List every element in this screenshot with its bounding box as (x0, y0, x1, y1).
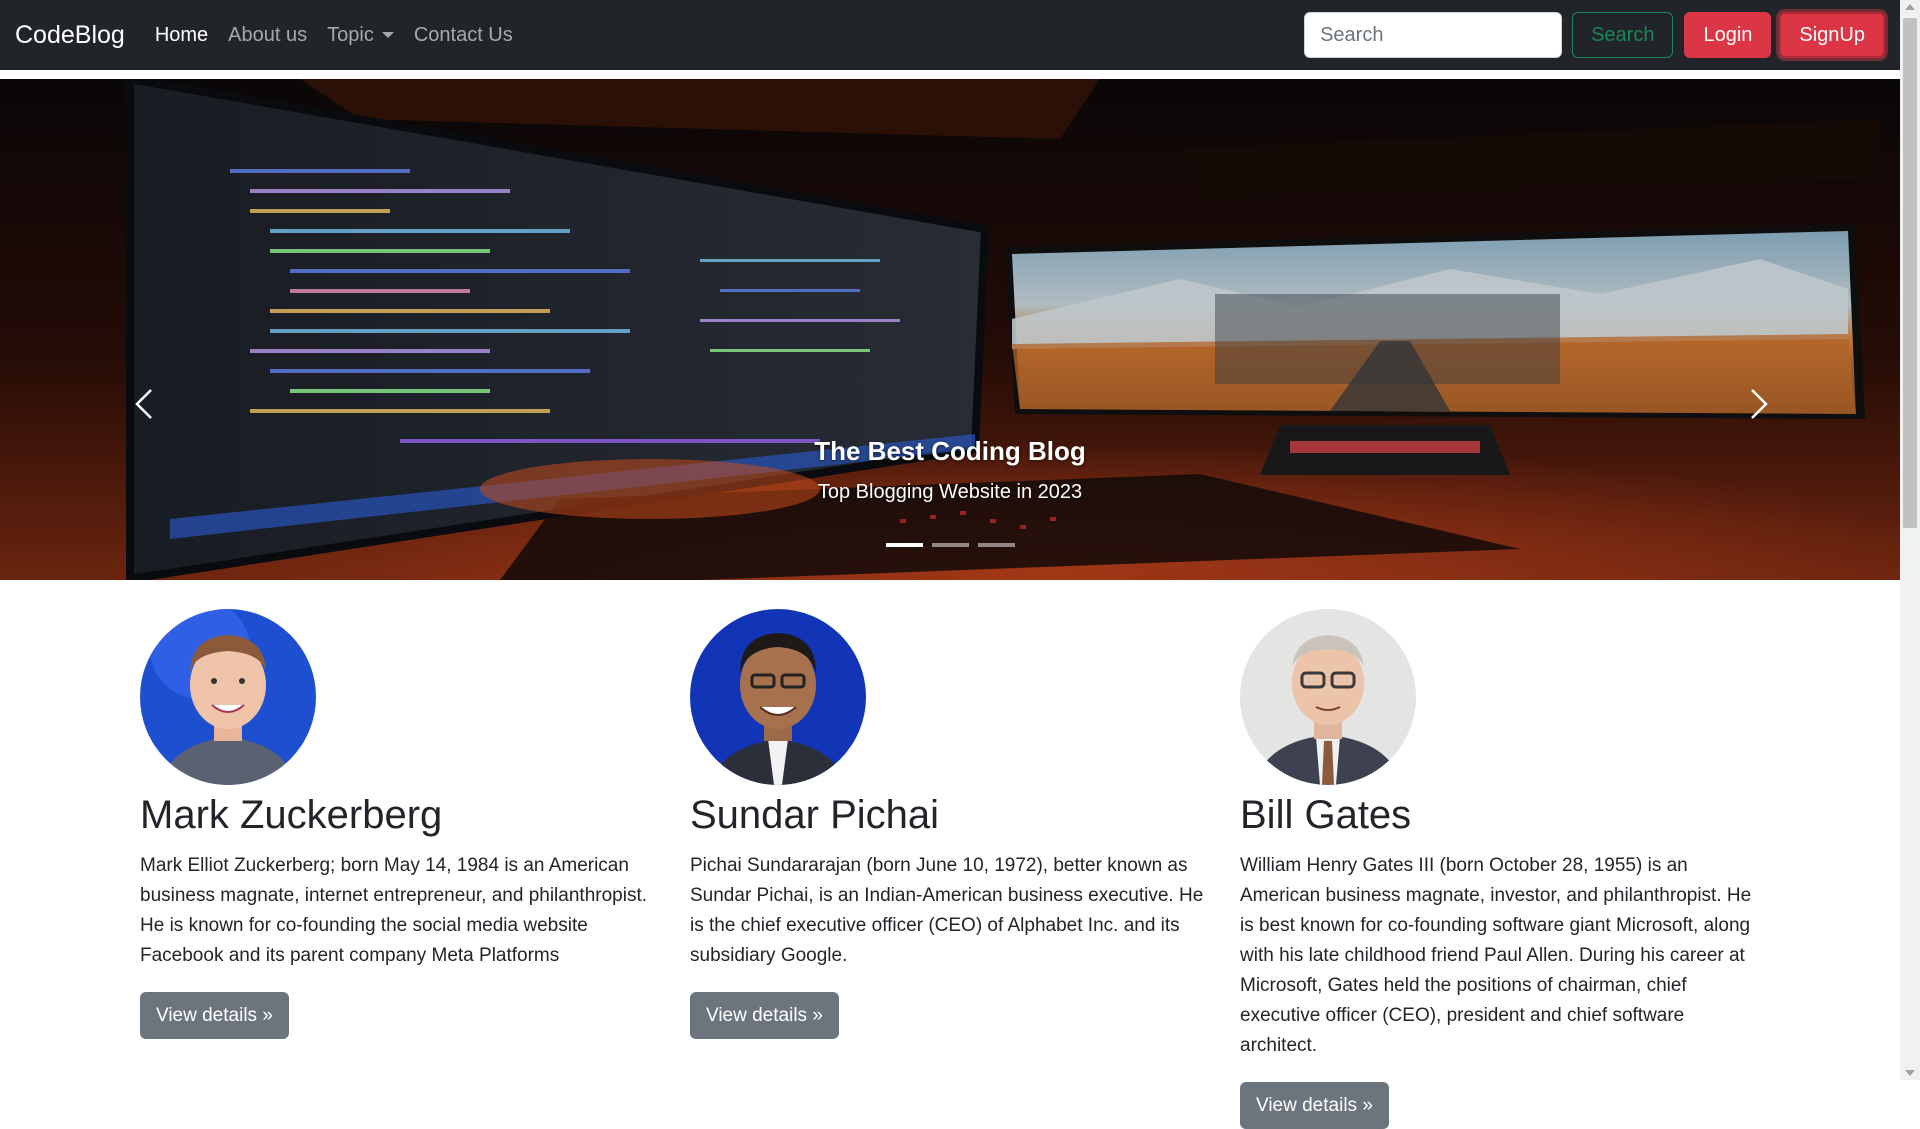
nav-contact[interactable]: Contact Us (414, 24, 513, 47)
scroll-down-icon[interactable] (1905, 1070, 1915, 1076)
carousel-indicator-1[interactable] (885, 543, 923, 547)
person-card-gates: Bill Gates William Henry Gates III (born… (1240, 609, 1760, 1129)
carousel-indicators (0, 543, 1900, 547)
person-card-pichai: Sundar Pichai Pichai Sundararajan (born … (690, 609, 1210, 1039)
view-details-button[interactable]: View details » (140, 992, 289, 1039)
hero-image (0, 79, 1900, 580)
nav-home[interactable]: Home (155, 24, 208, 47)
nav-about[interactable]: About us (228, 24, 307, 47)
login-button[interactable]: Login (1684, 12, 1772, 58)
avatar (690, 609, 866, 785)
hero-carousel: The Best Coding Blog Top Blogging Websit… (0, 79, 1900, 580)
carousel-next-icon[interactable] (1738, 384, 1778, 424)
view-details-button[interactable]: View details » (690, 992, 839, 1039)
scrollbar-thumb[interactable] (1903, 18, 1917, 528)
carousel-prev-icon[interactable] (125, 384, 165, 424)
carousel-indicator-2[interactable] (931, 543, 969, 547)
search-input[interactable] (1304, 12, 1563, 58)
view-details-button[interactable]: View details » (1240, 1082, 1389, 1129)
carousel-caption-title: The Best Coding Blog (814, 436, 1086, 466)
avatar (1240, 609, 1416, 785)
chevron-down-icon (381, 32, 394, 38)
page-scrollbar[interactable] (1900, 0, 1920, 1080)
person-bio: Mark Elliot Zuckerberg; born May 14, 198… (140, 855, 647, 966)
person-name: Bill Gates (1240, 793, 1412, 837)
scroll-up-icon[interactable] (1905, 4, 1915, 10)
nav-search-auth: Search Login SignUp (1304, 12, 1885, 58)
nav-topic-dropdown[interactable]: Topic (327, 24, 394, 47)
person-name: Mark Zuckerberg (140, 793, 443, 837)
search-button[interactable]: Search (1572, 12, 1674, 58)
person-card-zuckerberg: Mark Zuckerberg Mark Elliot Zuckerberg; … (140, 609, 660, 1039)
nav-links: Home About us Topic Contact Us (155, 24, 533, 47)
navbar: CodeBlog Home About us Topic Contact Us … (0, 0, 1900, 70)
carousel-caption-subtitle: Top Blogging Website in 2023 (817, 481, 1083, 503)
person-bio: Pichai Sundararajan (born June 10, 1972)… (690, 855, 1204, 966)
nav-topic-label: Topic (327, 23, 374, 46)
person-bio: William Henry Gates III (born October 28… (1240, 855, 1752, 1056)
carousel-indicator-3[interactable] (977, 543, 1015, 547)
person-name: Sundar Pichai (690, 793, 940, 837)
avatar (140, 609, 316, 785)
brand-logo[interactable]: CodeBlog (15, 21, 125, 50)
carousel-caption: The Best Coding Blog Top Blogging Websit… (0, 436, 1900, 504)
signup-button[interactable]: SignUp (1779, 12, 1885, 58)
